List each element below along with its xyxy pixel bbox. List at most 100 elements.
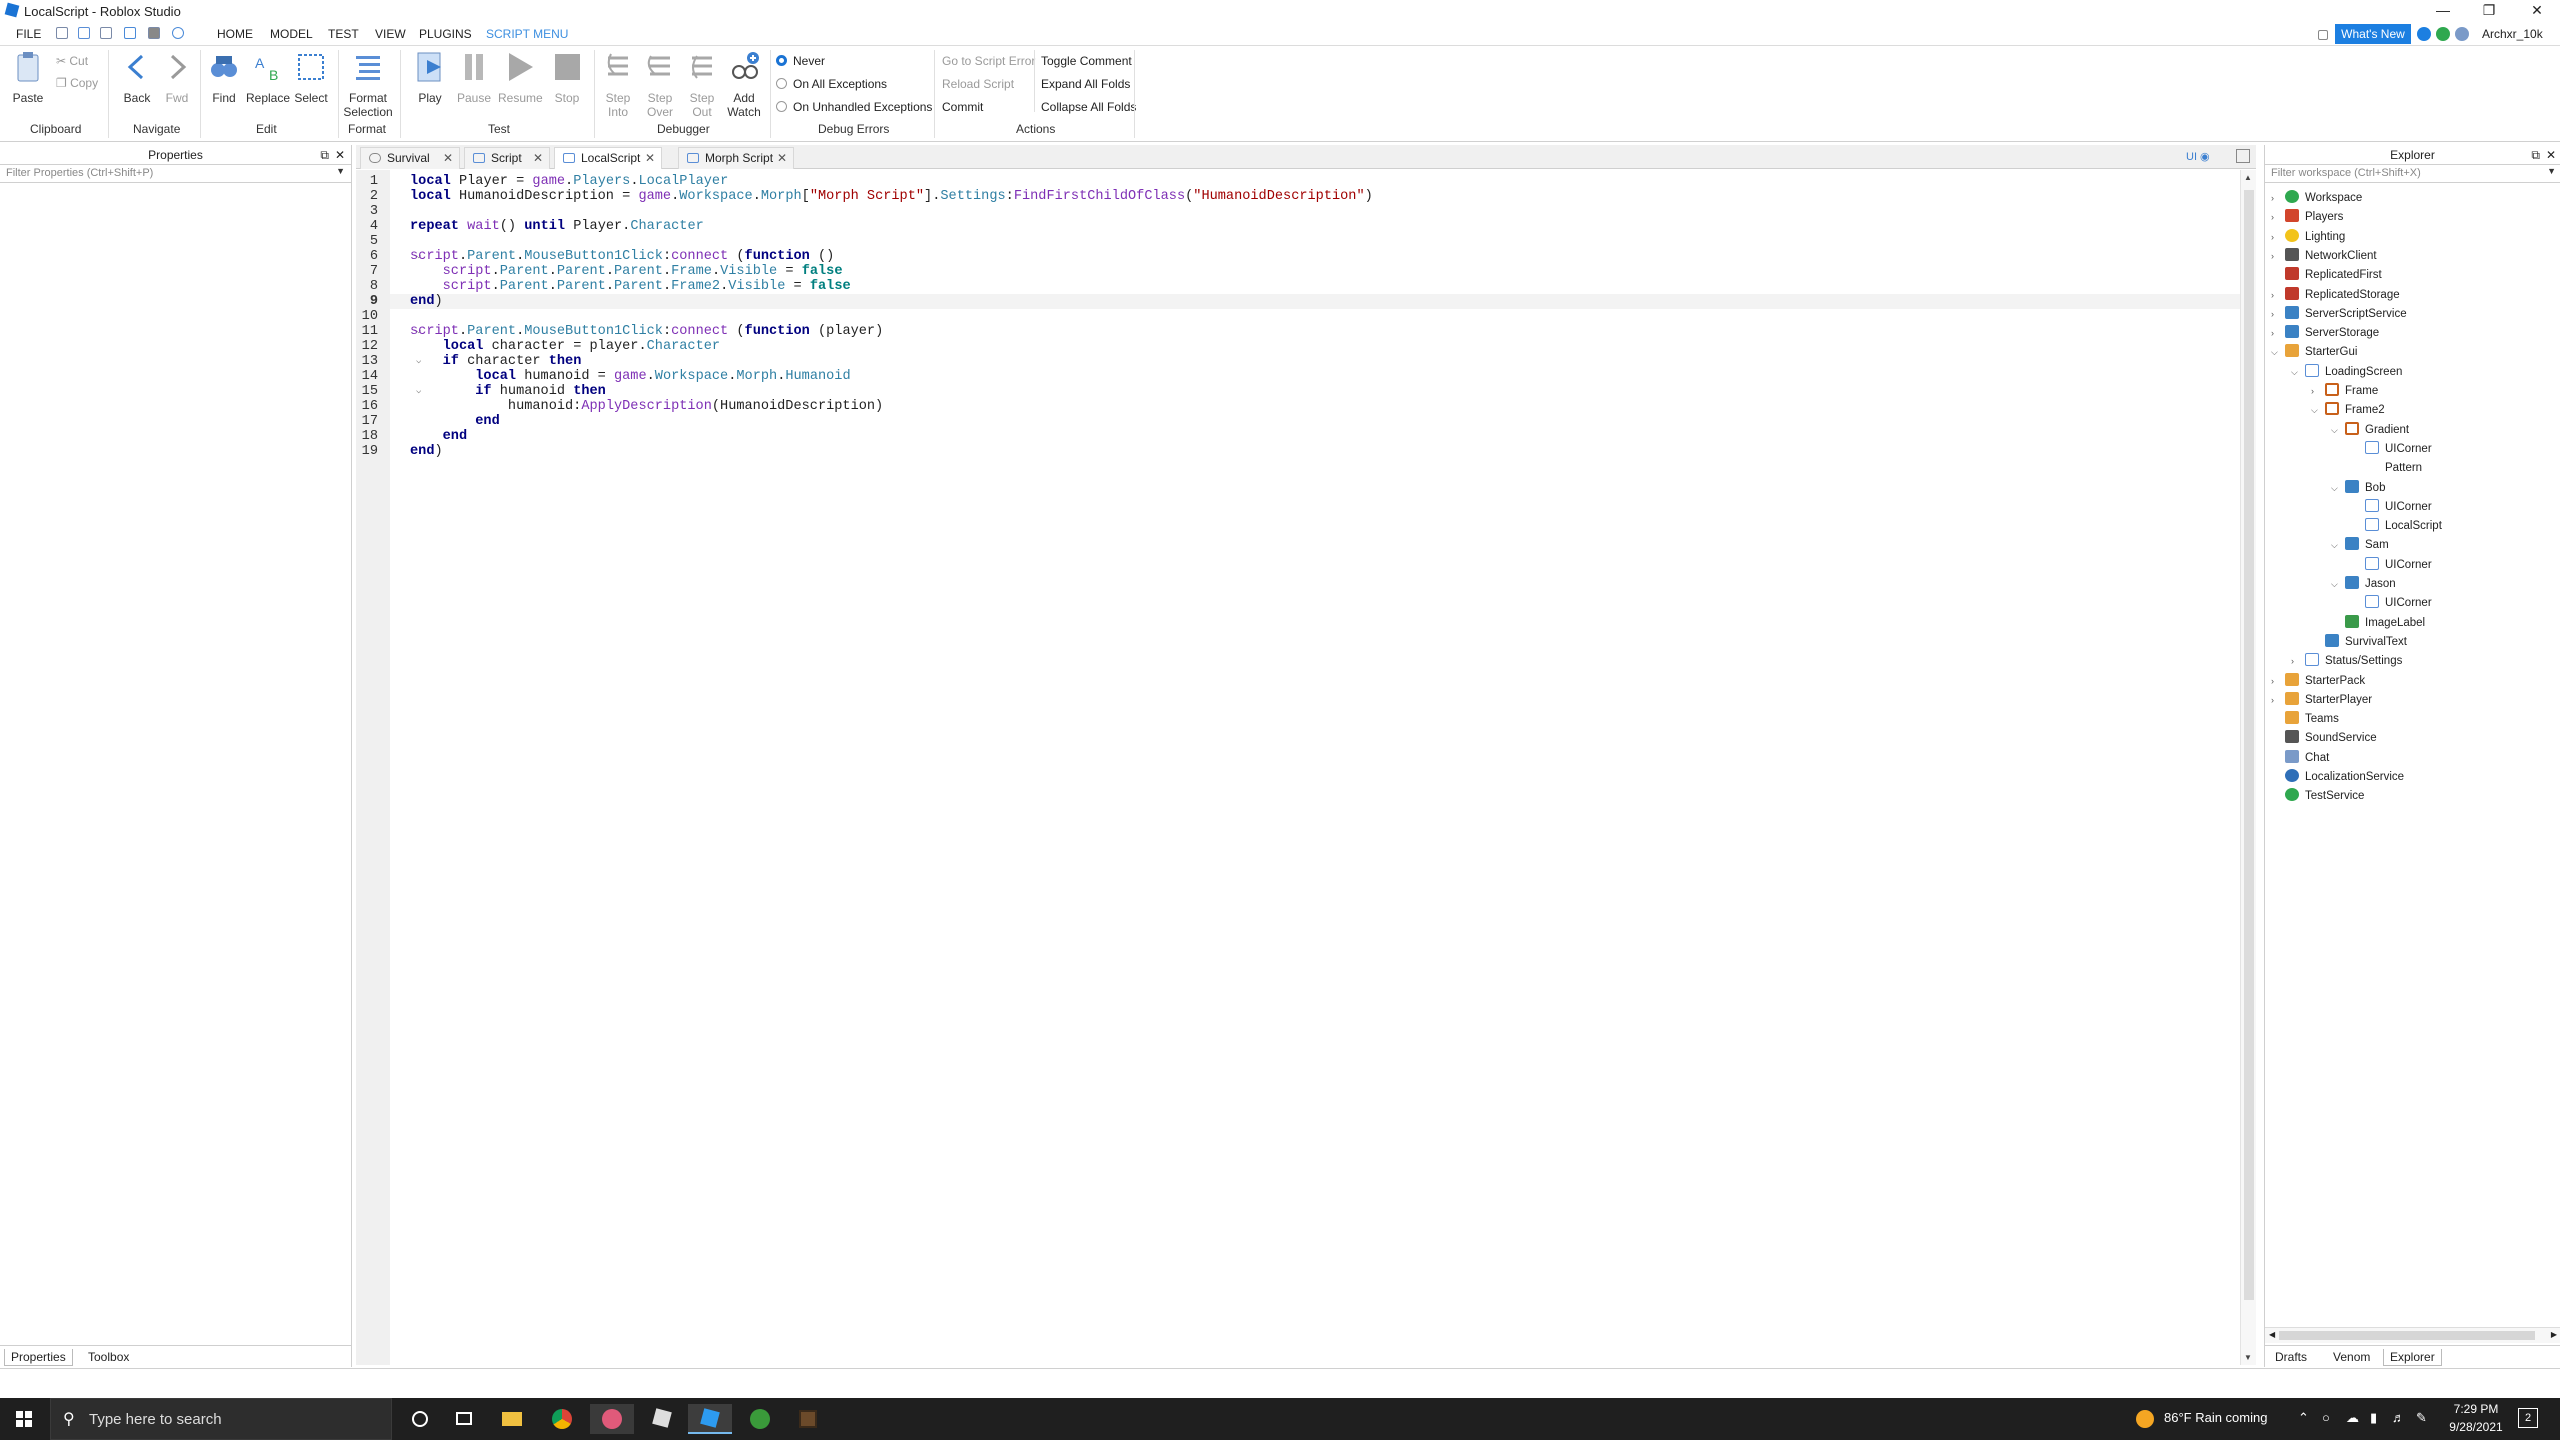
menu-view[interactable]: VIEW xyxy=(375,27,406,41)
tab-explorer[interactable]: Explorer xyxy=(2383,1349,2442,1366)
explorer-item-starterplayer[interactable]: › StarterPlayer xyxy=(2271,691,2372,710)
collapse-ribbon-icon[interactable] xyxy=(2318,30,2328,40)
tab-localscript[interactable]: LocalScript ✕ xyxy=(554,147,662,169)
username[interactable]: Archxr_10k xyxy=(2482,27,2543,41)
tray-chevron-icon[interactable]: ⌃ xyxy=(2298,1410,2309,1426)
tab-venom[interactable]: Venom xyxy=(2327,1349,2376,1365)
explorer-item-players[interactable]: › Players xyxy=(2271,208,2343,227)
chevron-right-icon[interactable]: › xyxy=(2271,691,2281,710)
menu-script-menu[interactable]: SCRIPT MENU xyxy=(486,27,568,41)
code-line[interactable]: script.Parent.Parent.Parent.Frame2.Visib… xyxy=(410,279,851,294)
chevron-down-icon[interactable]: ⌵ xyxy=(2331,575,2341,594)
chevron-right-icon[interactable]: › xyxy=(2271,189,2281,208)
explorer-item-chat[interactable]: Chat xyxy=(2271,749,2329,768)
help-icon[interactable] xyxy=(2417,27,2431,41)
code-line[interactable]: if character then xyxy=(410,354,582,369)
filter-dropdown-icon[interactable]: ▼ xyxy=(2547,166,2556,176)
chevron-right-icon[interactable]: › xyxy=(2311,382,2321,401)
explorer-item-starterpack[interactable]: › StarterPack xyxy=(2271,672,2365,691)
feedback-icon[interactable] xyxy=(2455,27,2469,41)
explorer-item-networkclient[interactable]: › NetworkClient xyxy=(2271,247,2377,266)
notification-center-icon[interactable]: 2 xyxy=(2518,1408,2538,1428)
play-here-icon[interactable] xyxy=(124,27,136,39)
minecraft-icon[interactable] xyxy=(786,1404,830,1434)
copy-button[interactable]: ❐ Copy xyxy=(56,76,98,90)
whats-new-button[interactable]: What's New xyxy=(2335,24,2411,44)
step-over-button[interactable]: Step Over xyxy=(642,50,678,119)
close-tab-icon[interactable]: ✕ xyxy=(777,148,787,168)
scrollbar-thumb[interactable] xyxy=(2279,1331,2535,1340)
explorer-item-localscript[interactable]: LocalScript xyxy=(2351,517,2442,536)
explorer-item-workspace[interactable]: › Workspace xyxy=(2271,189,2362,208)
chevron-right-icon[interactable]: › xyxy=(2271,247,2281,266)
clock-date[interactable]: 9/28/2021 xyxy=(2446,1420,2506,1434)
play-button[interactable]: Play xyxy=(410,50,450,105)
explorer-item-lighting[interactable]: › Lighting xyxy=(2271,228,2345,247)
explorer-item-jason[interactable]: ⌵ Jason xyxy=(2331,575,2396,594)
explorer-item-serverscriptservice[interactable]: › ServerScriptService xyxy=(2271,305,2407,324)
menu-plugins[interactable]: PLUGINS xyxy=(419,27,472,41)
scrollbar-thumb[interactable] xyxy=(2244,190,2254,1300)
select-button[interactable]: Select xyxy=(292,50,330,105)
code-line[interactable]: script.Parent.Parent.Parent.Frame.Visibl… xyxy=(410,264,843,279)
code-line[interactable]: local Player = game.Players.LocalPlayer xyxy=(410,174,728,189)
tab-drafts[interactable]: Drafts xyxy=(2269,1349,2313,1365)
explorer-item-serverstorage[interactable]: › ServerStorage xyxy=(2271,324,2379,343)
find-button[interactable]: Find xyxy=(206,50,242,105)
weather-icon[interactable] xyxy=(2136,1410,2154,1428)
explorer-item-replicatedstorage[interactable]: › ReplicatedStorage xyxy=(2271,286,2400,305)
stop-icon[interactable] xyxy=(148,27,160,39)
volume-icon[interactable]: ♬ xyxy=(2392,1410,2405,1425)
chevron-right-icon[interactable]: › xyxy=(2271,324,2281,343)
replace-button[interactable]: AB Replace xyxy=(246,50,290,105)
chevron-down-icon[interactable]: ⌵ xyxy=(2331,479,2341,498)
chevron-right-icon[interactable]: › xyxy=(2271,228,2281,247)
tab-script[interactable]: Script ✕ xyxy=(464,147,550,169)
split-view-icon[interactable] xyxy=(2236,149,2250,163)
scroll-left-icon[interactable]: ◀ xyxy=(2269,1330,2275,1339)
explorer-item-frame2[interactable]: ⌵ Frame2 xyxy=(2311,401,2385,420)
explorer-item-imagelabel[interactable]: ImageLabel xyxy=(2331,614,2425,633)
explorer-item-gradient[interactable]: ⌵ Gradient xyxy=(2331,421,2409,440)
add-watch-button[interactable]: Add Watch xyxy=(724,50,764,119)
pen-icon[interactable]: ✎ xyxy=(2416,1410,2427,1426)
minimize-button[interactable]: — xyxy=(2420,0,2466,22)
menu-file[interactable]: FILE xyxy=(16,27,41,41)
tab-morph-script[interactable]: Morph Script ✕ xyxy=(678,147,794,169)
explorer-item-status-settings[interactable]: › Status/Settings xyxy=(2291,652,2402,671)
stop-button[interactable]: Stop xyxy=(548,50,586,105)
chevron-right-icon[interactable]: › xyxy=(2271,286,2281,305)
go-to-script-error-button[interactable]: Go to Script Error xyxy=(942,54,1035,68)
scroll-up-icon[interactable]: ▲ xyxy=(2244,173,2252,182)
roblox-player-icon[interactable] xyxy=(640,1404,684,1434)
code-line[interactable]: end) xyxy=(410,294,443,309)
debug-unhandled-exceptions-option[interactable]: On Unhandled Exceptions xyxy=(776,100,932,114)
tray-cloud-icon[interactable]: ☁ xyxy=(2346,1410,2359,1426)
tab-survival[interactable]: Survival ✕ xyxy=(360,147,460,169)
explorer-item-uicorner[interactable]: UICorner xyxy=(2351,594,2432,613)
close-tab-icon[interactable]: ✕ xyxy=(645,148,655,168)
chevron-right-icon[interactable]: › xyxy=(2271,208,2281,227)
menu-model[interactable]: MODEL xyxy=(270,27,313,41)
code-line[interactable]: local humanoid = game.Workspace.Morph.Hu… xyxy=(410,369,850,384)
code-line[interactable]: humanoid:ApplyDescription(HumanoidDescri… xyxy=(410,399,883,414)
chevron-right-icon[interactable]: › xyxy=(2271,672,2281,691)
explorer-item-soundservice[interactable]: SoundService xyxy=(2271,729,2377,748)
code-line[interactable]: script.Parent.MouseButton1Click:connect … xyxy=(410,324,883,339)
code-line[interactable]: local character = player.Character xyxy=(410,339,720,354)
chevron-down-icon[interactable]: ⌵ xyxy=(2271,343,2281,362)
code-line[interactable]: if humanoid then xyxy=(410,384,606,399)
explorer-item-bob[interactable]: ⌵ Bob xyxy=(2331,479,2385,498)
code-line[interactable]: end xyxy=(410,414,499,429)
restore-button[interactable]: ❐ xyxy=(2466,0,2512,22)
task-view-icon[interactable] xyxy=(442,1404,486,1434)
menu-test[interactable]: TEST xyxy=(328,27,359,41)
new-file-icon[interactable] xyxy=(56,27,68,39)
step-into-button[interactable]: Step Into xyxy=(600,50,636,119)
menu-home[interactable]: HOME xyxy=(217,27,253,41)
undo-icon[interactable] xyxy=(172,27,184,39)
chevron-right-icon[interactable]: › xyxy=(2271,305,2281,324)
explorer-item-sam[interactable]: ⌵ Sam xyxy=(2331,536,2389,555)
file-explorer-icon[interactable] xyxy=(490,1404,534,1434)
explorer-item-uicorner[interactable]: UICorner xyxy=(2351,556,2432,575)
